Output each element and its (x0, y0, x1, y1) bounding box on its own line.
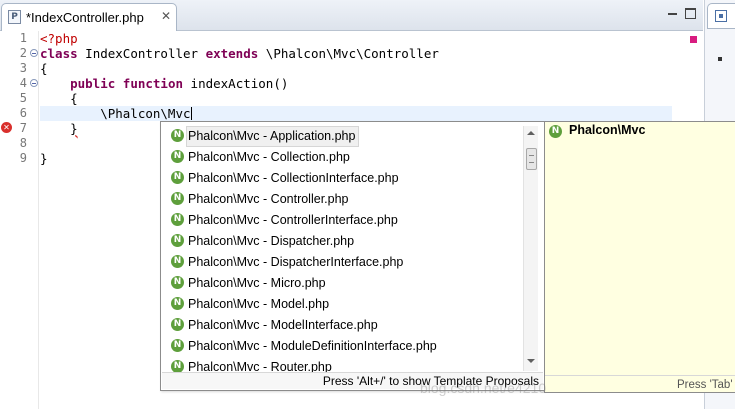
namespace-icon: N (171, 297, 184, 310)
proposal-label: Phalcon\Mvc - Collection.php (188, 150, 350, 164)
scroll-down-icon[interactable] (527, 359, 535, 363)
assist-status-bar: Press 'Alt+/' to show Template Proposals (162, 372, 543, 389)
proposal-item[interactable]: N Phalcon\Mvc - ModelInterface.php (165, 315, 523, 336)
proposal-item[interactable]: N Phalcon\Mvc - Model.php (165, 294, 523, 315)
keyword-token: class (40, 46, 78, 61)
maximize-icon[interactable] (685, 8, 696, 19)
proposal-label: Phalcon\Mvc - ModelInterface.php (188, 318, 378, 332)
code-line[interactable]: { (40, 91, 78, 106)
proposal-label: Phalcon\Mvc - Dispatcher.php (188, 234, 355, 248)
scroll-up-icon[interactable] (527, 131, 535, 135)
proposal-item[interactable]: N Phalcon\Mvc - ModuleDefinitionInterface… (165, 336, 523, 357)
proposal-item[interactable]: N Phalcon\Mvc - CollectionInterface.php (165, 168, 523, 189)
minimize-icon[interactable] (667, 8, 678, 19)
line-number: 5 (19, 91, 27, 105)
proposal-scrollbar[interactable] (523, 126, 538, 371)
close-icon[interactable]: ✕ (161, 9, 171, 23)
keyword-token: function (122, 76, 184, 91)
keyword-token: extends (205, 46, 259, 61)
vertical-ruler: ✕ (0, 31, 13, 409)
proposal-label: Phalcon\Mvc - ModuleDefinitionInterface.… (188, 339, 437, 353)
code-token: indexAction() (183, 76, 289, 91)
namespace-icon: N (171, 339, 184, 352)
tab-title: *IndexController.php (26, 10, 144, 25)
proposal-label: Phalcon\Mvc - CollectionInterface.php (188, 171, 399, 185)
code-line[interactable]: } (40, 151, 48, 166)
content-assist-popup: N Phalcon\Mvc - Application.php N Phalcon\M… (160, 121, 545, 391)
info-status-bar: Press 'Tab' (545, 375, 735, 393)
outline-bullet-icon (718, 57, 722, 61)
error-brace-token: } (70, 121, 78, 136)
namespace-icon: N (171, 276, 184, 289)
proposal-label: Phalcon\Mvc - Micro.php (188, 276, 326, 290)
code-line[interactable]: } (40, 121, 78, 136)
php-file-icon: P (8, 10, 21, 24)
code-line[interactable]: <?php (40, 31, 78, 46)
namespace-icon: N (171, 213, 184, 226)
editor-tab-bar: P *IndexController.php ✕ (0, 0, 703, 31)
line-number: 1 (19, 31, 27, 45)
namespace-icon: N (171, 234, 184, 247)
fold-collapse-icon[interactable] (30, 79, 38, 87)
line-number: 3 (19, 61, 27, 75)
namespace-icon: N (171, 171, 184, 184)
proposal-item[interactable]: N Phalcon\Mvc - Micro.php (165, 273, 523, 294)
code-token: \Phalcon\Mvc (40, 106, 191, 121)
code-token: IndexController (77, 46, 206, 61)
code-line[interactable]: public function indexAction() (40, 76, 288, 91)
tab-outline[interactable] (707, 3, 735, 29)
proposal-item[interactable]: N Phalcon\Mvc - DispatcherInterface.php (165, 252, 523, 273)
namespace-icon: N (549, 125, 562, 138)
proposal-label: Phalcon\Mvc - Model.php (188, 297, 330, 311)
proposal-item[interactable]: N Phalcon\Mvc - ControllerInterface.php (165, 210, 523, 231)
proposal-label: Phalcon\Mvc - DispatcherInterface.php (188, 255, 404, 269)
line-number: 4 (19, 76, 27, 90)
code-token: \Phalcon\Mvc\Controller (258, 46, 439, 61)
keyword-token: public (70, 76, 116, 91)
info-hint: Press 'Tab' (677, 379, 733, 391)
line-number: 8 (19, 136, 27, 150)
namespace-icon: N (171, 129, 184, 142)
php-tag-token: <?php (40, 31, 78, 46)
namespace-icon: N (171, 150, 184, 163)
error-icon[interactable]: ✕ (1, 122, 12, 133)
proposal-label: Phalcon\Mvc - Controller.php (188, 192, 349, 206)
text-cursor (190, 107, 192, 120)
info-title: Phalcon\Mvc (569, 123, 646, 137)
proposal-info-popup: N Phalcon\Mvc Press 'Tab' (544, 121, 735, 393)
namespace-icon: N (171, 318, 184, 331)
scroll-thumb[interactable] (526, 148, 537, 170)
namespace-icon: N (171, 192, 184, 205)
code-line[interactable]: \Phalcon\Mvc (40, 106, 192, 121)
namespace-icon: N (171, 255, 184, 268)
line-number: 2 (19, 46, 27, 60)
code-line[interactable]: { (40, 61, 48, 76)
code-token: { (40, 61, 48, 76)
line-number: 7 (19, 121, 27, 135)
line-number: 9 (19, 151, 27, 165)
code-token: } (40, 151, 48, 166)
proposal-label: Phalcon\Mvc - Application.php (185, 126, 360, 147)
proposal-item[interactable]: N Phalcon\Mvc - Controller.php (165, 189, 523, 210)
fold-collapse-icon[interactable] (30, 49, 38, 57)
outline-icon (715, 10, 727, 22)
line-number: 6 (19, 106, 27, 120)
overview-ruler-marker[interactable] (690, 36, 697, 43)
proposal-item[interactable]: N Phalcon\Mvc - Dispatcher.php (165, 231, 523, 252)
code-line[interactable]: class IndexController extends \Phalcon\M… (40, 46, 439, 61)
tab-indexcontroller[interactable]: P *IndexController.php ✕ (1, 3, 177, 31)
proposal-list[interactable]: N Phalcon\Mvc - Application.php N Phalcon\M… (165, 126, 523, 374)
proposal-label: Phalcon\Mvc - ControllerInterface.php (188, 213, 398, 227)
proposal-item[interactable]: N Phalcon\Mvc - Collection.php (165, 147, 523, 168)
code-token: { (40, 91, 78, 106)
proposal-item[interactable]: N Phalcon\Mvc - Application.php (165, 126, 523, 147)
line-number-gutter: 123456789 (13, 31, 39, 409)
template-proposals-hint: Press 'Alt+/' to show Template Proposals (322, 374, 539, 388)
